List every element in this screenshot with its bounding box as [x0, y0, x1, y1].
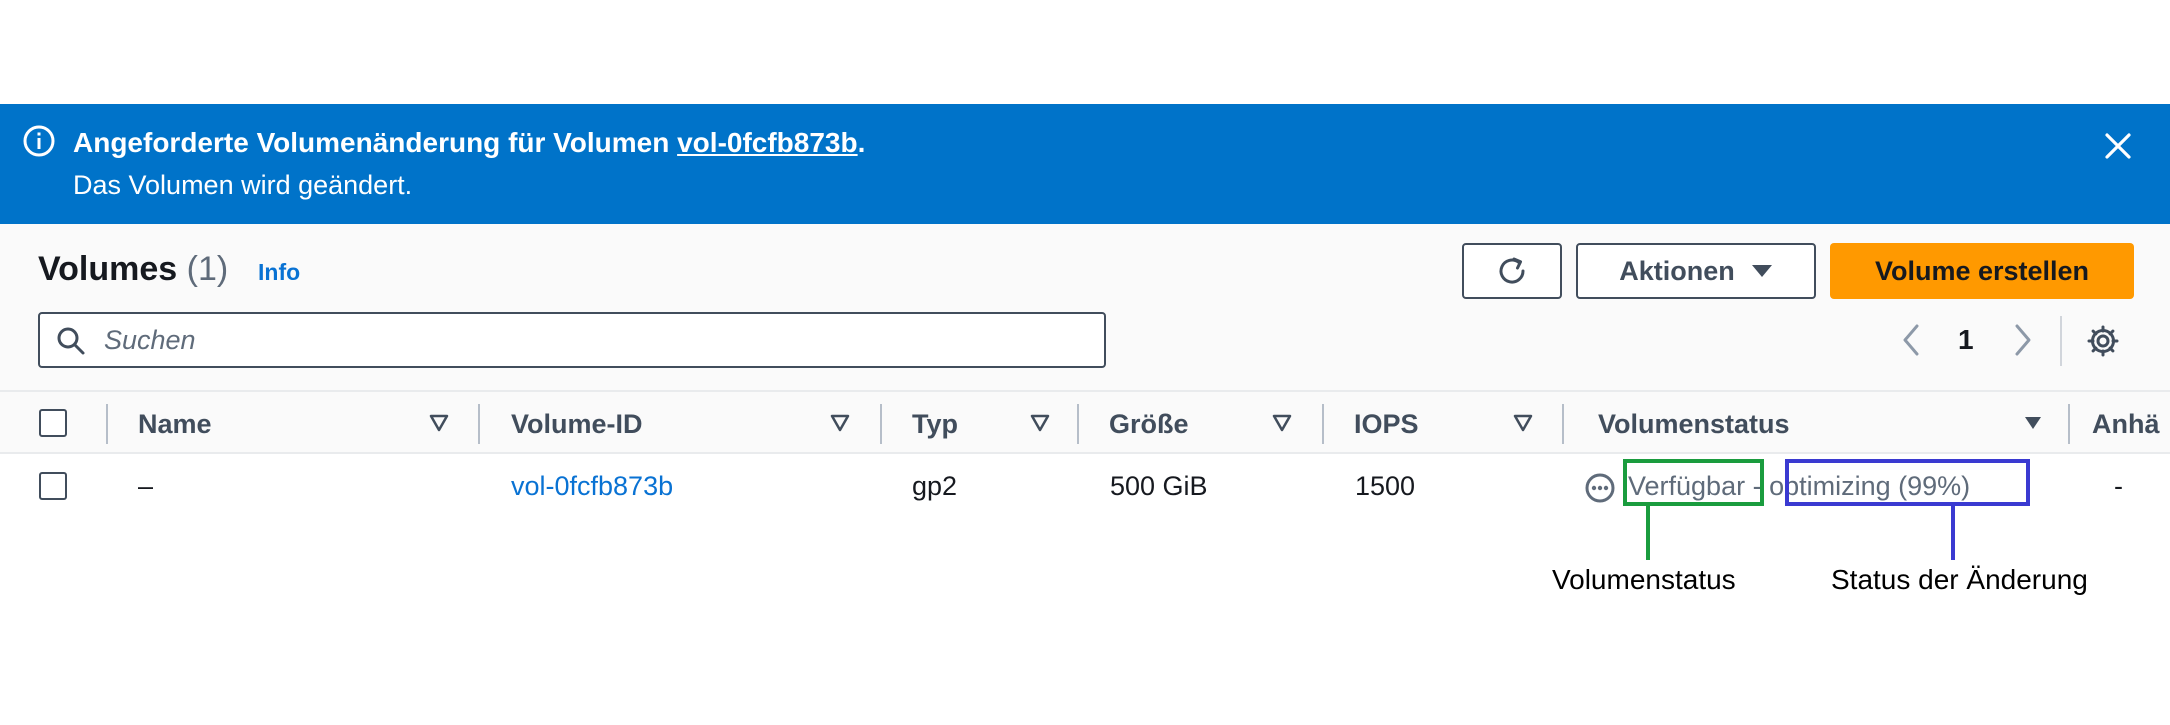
cell-size: 500 GiB — [1110, 471, 1208, 501]
in-progress-icon — [1585, 473, 1615, 503]
column-separator — [1562, 404, 1564, 444]
gear-icon[interactable] — [2086, 324, 2120, 358]
volume-status-callout-line — [1646, 506, 1650, 560]
info-icon — [23, 125, 55, 157]
banner-volume-link[interactable]: vol-0fcfb873b — [677, 127, 858, 158]
flash-banner: Angeforderte Volumenänderung für Volumen… — [0, 104, 2170, 224]
chevron-left-icon[interactable] — [1896, 322, 1926, 358]
sort-icon[interactable] — [1029, 412, 1051, 434]
cell-iops: 1500 — [1355, 471, 1416, 501]
caret-down-icon — [1751, 265, 1772, 277]
banner-title-prefix: Angeforderte Volumenänderung für Volumen — [73, 127, 678, 158]
column-header-name[interactable]: Name — [138, 408, 212, 440]
actions-button[interactable]: Aktionen — [1576, 243, 1816, 299]
column-header-attached[interactable]: Anhä — [2092, 408, 2160, 440]
page: Angeforderte Volumenänderung für Volumen… — [0, 0, 2170, 725]
row-checkbox[interactable] — [39, 472, 67, 500]
cell-attached: - — [2114, 471, 2123, 501]
cell-type: gp2 — [912, 471, 958, 501]
page-title: Volumes (1) — [38, 248, 228, 290]
volume-status-highlight — [1623, 459, 1764, 506]
pagination-divider — [2060, 316, 2062, 366]
banner-message: Das Volumen wird geändert. — [73, 170, 413, 200]
column-separator — [478, 404, 480, 444]
banner-title-suffix: . — [857, 127, 866, 158]
current-page[interactable]: 1 — [1958, 322, 1974, 358]
search-box — [38, 312, 1106, 368]
select-all-checkbox[interactable] — [39, 409, 67, 437]
info-link[interactable]: Info — [258, 259, 300, 286]
column-separator — [880, 404, 882, 444]
column-separator — [2068, 404, 2070, 444]
sort-icon[interactable] — [829, 412, 851, 434]
refresh-icon — [1499, 257, 1525, 284]
sort-icon[interactable] — [1271, 412, 1293, 434]
volume-count: (1) — [186, 250, 229, 288]
column-header-volume-id[interactable]: Volume-ID — [511, 408, 643, 440]
column-separator — [1077, 404, 1079, 444]
column-header-iops[interactable]: IOPS — [1354, 408, 1419, 440]
modification-status-callout-line — [1951, 506, 1955, 560]
caret-down-icon[interactable] — [2022, 412, 2044, 434]
sort-icon[interactable] — [1512, 412, 1534, 434]
column-header-type[interactable]: Typ — [912, 408, 958, 440]
column-header-volume-status[interactable]: Volumenstatus — [1598, 408, 1790, 440]
refresh-button[interactable] — [1462, 243, 1562, 299]
column-separator — [106, 404, 108, 444]
table-header: Name Volume-ID Typ Größe IOPS Volumensta… — [0, 390, 2170, 454]
page-title-text: Volumes — [38, 250, 178, 288]
column-separator — [1322, 404, 1324, 444]
close-icon[interactable] — [2100, 128, 2136, 164]
modification-status-highlight — [1785, 459, 2030, 506]
search-icon — [57, 327, 85, 355]
chevron-right-icon[interactable] — [2008, 322, 2038, 358]
sort-icon[interactable] — [428, 412, 450, 434]
column-header-size[interactable]: Größe — [1109, 408, 1189, 440]
search-input[interactable] — [104, 320, 1094, 360]
create-volume-button[interactable]: Volume erstellen — [1830, 243, 2134, 299]
volume-status-annotation: Volumenstatus — [1552, 564, 1736, 595]
actions-button-label: Aktionen — [1619, 255, 1735, 286]
cell-name: – — [138, 471, 154, 501]
modification-status-annotation: Status der Änderung — [1831, 564, 2088, 595]
cell-volume-id-link[interactable]: vol-0fcfb873b — [511, 470, 673, 502]
banner-title: Angeforderte Volumenänderung für Volumen… — [73, 124, 865, 162]
